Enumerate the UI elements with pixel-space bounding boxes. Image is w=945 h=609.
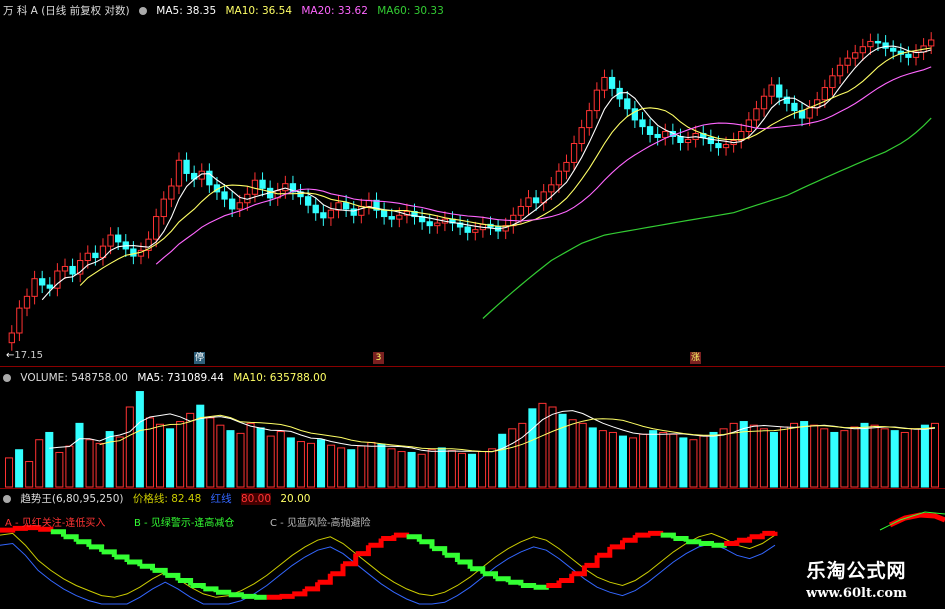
volume-indicator-separator[interactable] xyxy=(0,488,945,489)
marker-halt[interactable]: 停 xyxy=(194,352,205,364)
trend-segment xyxy=(609,540,625,550)
watermark-title: 乐淘公式网 xyxy=(806,560,907,582)
trend-segment xyxy=(622,535,638,543)
legend-a: A - 见红关注-逢低买入 xyxy=(5,518,106,529)
trend-segment xyxy=(533,584,549,590)
trend-segment xyxy=(63,534,79,542)
trend-segment xyxy=(228,592,244,598)
low-price-label: ←17.15 xyxy=(6,350,44,361)
volume-header: VOLUME: 548758.00 MA5: 731089.44 MA10: 6… xyxy=(3,371,333,385)
trend-segment xyxy=(457,559,473,569)
trend-segment xyxy=(266,594,282,600)
trend-segment xyxy=(762,530,778,536)
trend-segment xyxy=(470,566,486,574)
trend-segment xyxy=(419,539,435,549)
trend-segment xyxy=(686,539,702,545)
trend-segment xyxy=(279,593,295,599)
red-line-label: 红线 xyxy=(210,493,232,505)
trend-segment xyxy=(711,542,727,548)
trend-segment xyxy=(559,573,575,583)
volume-ma5-value: MA5: 731089.44 xyxy=(137,372,224,384)
marker-rise[interactable]: 涨 xyxy=(690,352,701,364)
price-line-value: 价格线: 82.48 xyxy=(132,493,202,505)
trend-segment xyxy=(635,532,651,538)
trend-segment xyxy=(736,536,753,543)
ma20-value: MA20: 33.62 xyxy=(301,5,368,17)
trend-segment xyxy=(520,583,537,588)
trend-segment xyxy=(648,530,664,536)
settings-dot-icon[interactable] xyxy=(138,7,147,15)
trend-segment xyxy=(317,573,333,585)
watermark: 乐淘公式网 www.60lt.com xyxy=(768,552,945,609)
trend-segment xyxy=(508,579,524,586)
trend-segment xyxy=(698,541,714,546)
level-80-value: 80.00 xyxy=(240,493,272,505)
watermark-url: www.60lt.com xyxy=(806,586,907,601)
trend-segment xyxy=(127,559,143,567)
trend-segment xyxy=(749,533,765,540)
price-header: 万 科 A (日线 前复权 对数) MA5: 38.35 MA10: 36.54… xyxy=(3,4,450,18)
trend-segment xyxy=(673,536,689,542)
legend-b: B - 见绿警示-逢高减仓 xyxy=(134,518,235,529)
trend-segment xyxy=(482,571,498,579)
marker-3[interactable]: 3 xyxy=(373,352,384,364)
trend-segment xyxy=(216,589,232,595)
stock-chart-window: { "price_header": { "stock_title": "万 科 … xyxy=(0,0,945,609)
trend-segment xyxy=(406,534,422,542)
trend-segment xyxy=(304,582,321,592)
indicator-header: 趋势王(6,80,95,250) 价格线: 82.48 红线 80.00 20.… xyxy=(3,492,316,506)
trend-segment xyxy=(724,540,740,546)
trend-segment xyxy=(203,586,219,593)
trend-segment xyxy=(495,576,511,583)
indicator-dot-icon[interactable] xyxy=(3,495,11,503)
ma10-value: MA10: 36.54 xyxy=(225,5,293,17)
trend-segment xyxy=(101,549,117,557)
trend-segment xyxy=(660,532,676,539)
level-20-value: 20.00 xyxy=(280,493,311,505)
ma5-value: MA5: 38.35 xyxy=(156,5,217,17)
trend-segment xyxy=(76,539,92,547)
trend-segment xyxy=(241,593,257,599)
price-volume-separator[interactable] xyxy=(0,366,945,367)
trend-segment xyxy=(393,532,410,538)
trend-segment xyxy=(152,567,168,576)
trend-segment xyxy=(330,563,346,577)
indicator-name: 趋势王(6,80,95,250) xyxy=(20,493,124,505)
trend-segment xyxy=(444,552,460,562)
trend-segment xyxy=(114,554,130,562)
trend-segment xyxy=(381,535,397,541)
trend-segment-right xyxy=(888,512,945,528)
trend-segment xyxy=(368,538,384,548)
volume-value: VOLUME: 548758.00 xyxy=(20,372,128,384)
trend-segment xyxy=(355,545,371,557)
trend-segment xyxy=(432,546,448,556)
volume-dot-icon[interactable] xyxy=(3,374,11,382)
trend-segment xyxy=(177,578,194,586)
trend-segment xyxy=(38,526,54,532)
trend-segment xyxy=(292,588,308,597)
trend-segment xyxy=(546,580,562,588)
trend-segment xyxy=(165,572,181,581)
trend-segment xyxy=(88,544,105,552)
trend-segment xyxy=(139,563,155,571)
trend-segment xyxy=(584,555,600,568)
ma60-value: MA60: 30.33 xyxy=(377,5,444,17)
legend-c: C - 见蓝风险-高抛避险 xyxy=(270,518,371,529)
stock-title: 万 科 A (日线 前复权 对数) xyxy=(3,5,130,17)
trend-segment xyxy=(597,546,613,558)
volume-ma10-value: MA10: 635788.00 xyxy=(233,372,327,384)
trend-segment xyxy=(50,529,66,537)
